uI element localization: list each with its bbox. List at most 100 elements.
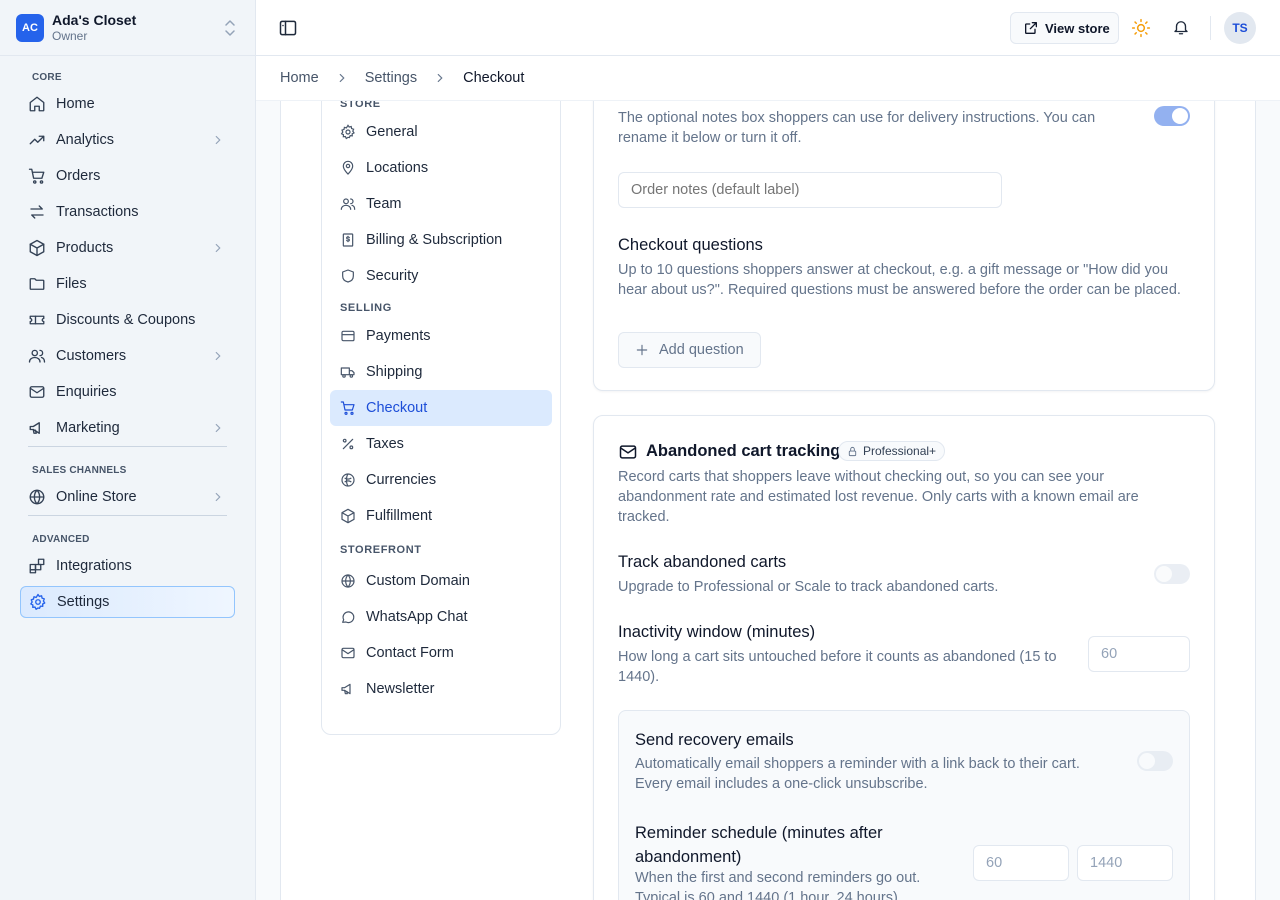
sidebar-item-online-store[interactable]: Online Store <box>20 481 235 513</box>
settings-item-fulfillment[interactable]: Fulfillment <box>330 498 552 534</box>
sidebar-toggle-icon[interactable] <box>278 18 298 38</box>
sidebar-divider <box>28 515 227 516</box>
add-question-button[interactable]: Add question <box>618 332 761 368</box>
home-icon <box>29 96 45 112</box>
view-store-button[interactable]: View store <box>1010 12 1119 44</box>
settings-item-team[interactable]: Team <box>330 186 552 222</box>
receipt-icon <box>342 233 354 247</box>
sidebar-item-enquiries[interactable]: Enquiries <box>20 376 235 408</box>
sidebar-item-label: Discounts & Coupons <box>56 312 196 328</box>
settings-item-shipping[interactable]: Shipping <box>330 354 552 390</box>
order-notes-card: The optional notes box shoppers can use … <box>593 101 1215 391</box>
sidebar-divider <box>28 446 227 447</box>
sidebar-item-label: Files <box>56 276 87 292</box>
sidebar-item-discounts[interactable]: Discounts & Coupons <box>20 304 235 336</box>
settings-item-currencies[interactable]: Currencies <box>330 462 552 498</box>
sidebar-item-label: Settings <box>57 594 110 610</box>
sidebar-item-files[interactable]: Files <box>20 268 235 300</box>
inactivity-window-input[interactable]: 60 <box>1088 636 1190 672</box>
settings-item-locations[interactable]: Locations <box>330 150 552 186</box>
megaphone-icon <box>29 422 40 434</box>
settings-item-checkout[interactable]: Checkout <box>330 390 552 426</box>
first-reminder-input[interactable]: 60 <box>973 845 1069 881</box>
sidebar-item-transactions[interactable]: Transactions <box>20 196 235 228</box>
topbar-divider <box>1210 16 1211 40</box>
settings-item-security[interactable]: Security <box>330 258 552 294</box>
globe-icon <box>341 574 355 588</box>
sidebar-item-products[interactable]: Products <box>20 232 235 264</box>
sidebar-item-label: Products <box>56 240 114 256</box>
sidebar-item-marketing[interactable]: Marketing <box>20 412 235 444</box>
order-notes-label-input[interactable] <box>618 172 1002 208</box>
chevron-up-down-icon <box>225 20 235 36</box>
sidebar-item-orders[interactable]: Orders <box>20 160 235 192</box>
sidebar-item-label: Online Store <box>56 489 137 505</box>
settings-item-label: Security <box>366 268 419 284</box>
abandoned-cart-card: Abandoned cart tracking Professional+ Re… <box>593 415 1215 900</box>
sidebar-item-settings[interactable]: Settings <box>20 586 235 618</box>
nav-section-core: CORE <box>32 72 62 83</box>
settings-item-general[interactable]: General <box>330 114 552 150</box>
mail-icon <box>341 647 355 659</box>
recovery-emails-title: Send recovery emails <box>635 731 794 749</box>
inactivity-window-description: How long a cart sits untouched before it… <box>618 649 1057 685</box>
view-store-label: View store <box>1045 20 1110 36</box>
settings-section-storefront: STOREFRONT <box>340 544 422 556</box>
megaphone-icon <box>341 683 351 695</box>
nav-section-advanced: ADVANCED <box>32 534 90 545</box>
track-carts-description: Upgrade to Professional or Scale to trac… <box>618 579 999 595</box>
credit-card-icon <box>341 330 355 342</box>
sidebar-item-label: Customers <box>56 348 127 364</box>
chevron-right-icon <box>339 73 345 83</box>
sidebar-item-integrations[interactable]: Integrations <box>20 550 235 582</box>
box-icon <box>29 239 45 257</box>
sidebar-item-label: Integrations <box>56 558 132 574</box>
store-name: Ada's Closet <box>52 11 137 28</box>
settings-item-label: Billing & Subscription <box>366 232 503 248</box>
ticket-icon <box>29 315 45 325</box>
order-notes-description: The optional notes box shoppers can use … <box>618 110 1096 146</box>
second-reminder-input[interactable]: 1440 <box>1077 845 1173 881</box>
chevron-right-icon <box>437 73 443 83</box>
cart-icon <box>28 168 45 184</box>
chevron-right-icon <box>215 351 221 361</box>
chevron-right-icon <box>215 135 221 145</box>
settings-item-label: Currencies <box>366 472 437 488</box>
order-notes-toggle[interactable] <box>1154 106 1190 126</box>
gear-icon <box>340 124 355 140</box>
settings-item-custom-domain[interactable]: Custom Domain <box>330 563 552 599</box>
settings-item-label: Locations <box>366 160 429 176</box>
sidebar-item-customers[interactable]: Customers <box>20 340 235 372</box>
track-carts-title: Track abandoned carts <box>618 553 787 571</box>
breadcrumb-home[interactable]: Home <box>280 70 319 86</box>
settings-item-label: Contact Form <box>366 645 454 661</box>
lock-icon <box>848 446 857 456</box>
settings-item-whatsapp[interactable]: WhatsApp Chat <box>330 599 552 635</box>
store-switcher[interactable]: AC Ada's Closet Owner <box>0 0 255 56</box>
store-role: Owner <box>52 28 88 43</box>
settings-item-label: Custom Domain <box>366 573 470 589</box>
user-avatar[interactable]: TS <box>1224 12 1256 44</box>
sidebar-item-analytics[interactable]: Analytics <box>20 124 235 156</box>
breadcrumb-current: Checkout <box>463 70 525 86</box>
globe-icon <box>29 489 45 505</box>
settings-item-taxes[interactable]: Taxes <box>330 426 552 462</box>
settings-item-label: Checkout <box>366 400 428 416</box>
sidebar-item-label: Home <box>56 96 95 112</box>
settings-item-contact-form[interactable]: Contact Form <box>330 635 552 671</box>
abandoned-cart-title: Abandoned cart tracking <box>646 442 841 460</box>
settings-item-billing[interactable]: Billing & Subscription <box>330 222 552 258</box>
mail-icon <box>619 445 637 459</box>
sidebar-item-home[interactable]: Home <box>20 88 235 120</box>
bell-icon[interactable] <box>1172 18 1190 36</box>
recovery-emails-toggle[interactable] <box>1137 751 1173 771</box>
settings-item-newsletter[interactable]: Newsletter <box>330 671 552 707</box>
reminder-schedule-title: Reminder schedule (minutes after abandon… <box>635 824 883 866</box>
settings-item-payments[interactable]: Payments <box>330 318 552 354</box>
add-question-label: Add question <box>659 342 744 358</box>
track-carts-toggle[interactable] <box>1154 564 1190 584</box>
settings-item-label: General <box>366 124 418 140</box>
sun-icon[interactable] <box>1131 18 1151 38</box>
breadcrumb-settings[interactable]: Settings <box>365 70 417 86</box>
percent-icon <box>342 438 354 450</box>
